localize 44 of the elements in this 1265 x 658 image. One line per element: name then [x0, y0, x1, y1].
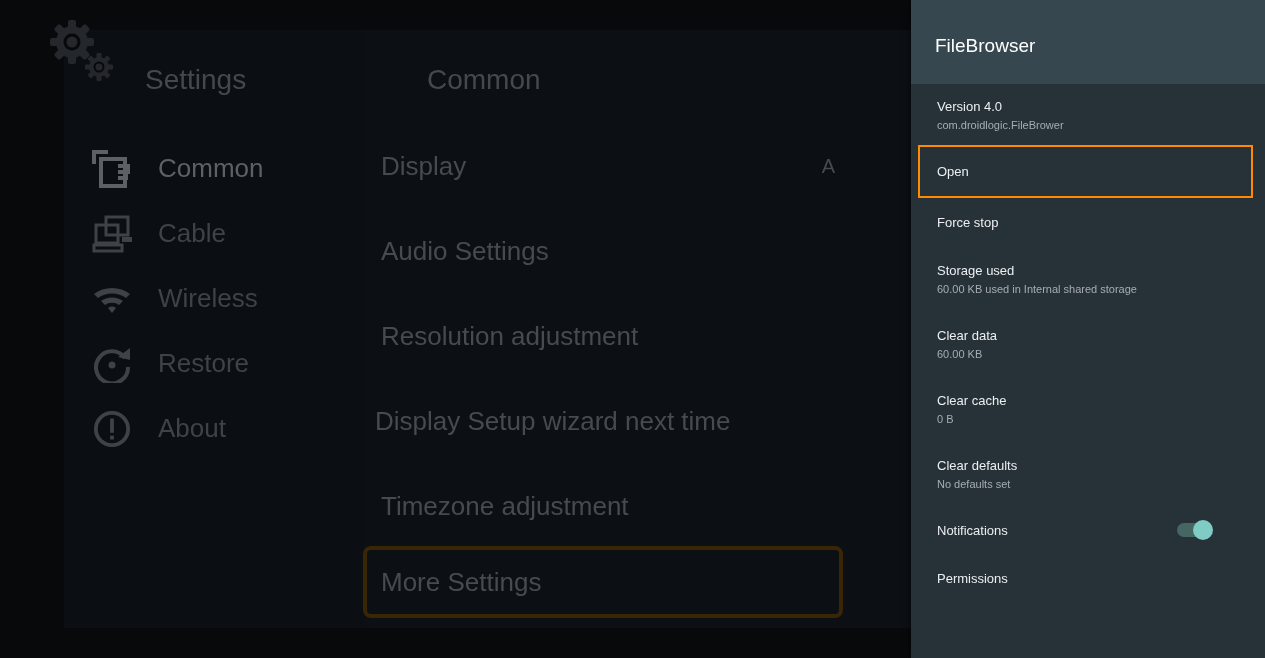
- row-label: Audio Settings: [381, 235, 549, 267]
- settings-row[interactable]: Timezone adjustment: [363, 470, 843, 542]
- settings-row[interactable]: Resolution adjustment: [363, 300, 843, 372]
- drawer-title: FileBrowser: [935, 35, 1036, 57]
- settings-row[interactable]: Display A: [363, 130, 843, 202]
- menu-item[interactable]: Clear defaults No defaults set: [918, 441, 1253, 506]
- row-label: Display: [381, 150, 467, 182]
- menu-item[interactable]: Permissions: [918, 554, 1253, 602]
- item-title: Clear defaults: [937, 457, 1018, 473]
- row-label: More Settings: [381, 566, 542, 598]
- row-label: Resolution adjustment: [381, 320, 639, 352]
- menu-item[interactable]: Clear data 60.00 KB: [918, 311, 1253, 376]
- item-title: Permissions: [937, 570, 1008, 586]
- menu-item[interactable]: Open: [918, 145, 1253, 198]
- info-icon: [92, 409, 132, 448]
- nav-label: Common: [158, 153, 264, 184]
- row-value: A: [821, 154, 836, 178]
- settings-row[interactable]: More Settings: [363, 546, 843, 618]
- item-subtitle: 60.00 KB: [937, 347, 984, 360]
- item-subtitle: 0 B: [937, 412, 955, 425]
- section-title: Common: [427, 64, 541, 95]
- item-title: Version 4.0: [937, 98, 1004, 114]
- row-label: Display Setup wizard next time: [375, 405, 731, 437]
- item-subtitle: com.droidlogic.FileBrower: [937, 118, 1064, 131]
- document-icon: [92, 149, 132, 188]
- toggle-switch[interactable]: [1177, 523, 1211, 537]
- settings-title: Settings: [145, 64, 247, 95]
- menu-item[interactable]: Storage used 60.00 KB used in Internal shared storage: [918, 246, 1253, 311]
- settings-row[interactable]: Display Setup wizard next time: [363, 385, 843, 457]
- item-title: Storage used: [937, 262, 1016, 278]
- item-subtitle: No defaults set: [937, 477, 1012, 490]
- menu-item[interactable]: Notifications: [918, 506, 1253, 554]
- computer-icon: [92, 214, 132, 253]
- menu-item[interactable]: Clear cache 0 B: [918, 376, 1253, 441]
- menu-item[interactable]: Force stop: [918, 198, 1253, 246]
- nav-item[interactable]: Common: [64, 136, 364, 201]
- item-title: Clear data: [937, 327, 997, 343]
- item-subtitle: 60.00 KB used in Internal shared storage: [937, 282, 1137, 295]
- item-title: Force stop: [937, 214, 999, 230]
- settings-row[interactable]: Audio Settings: [363, 215, 843, 287]
- row-label: Timezone adjustment: [381, 490, 629, 522]
- item-title: Open: [937, 164, 969, 179]
- item-title: Clear cache: [937, 392, 1007, 408]
- item-title: Notifications: [937, 522, 1008, 538]
